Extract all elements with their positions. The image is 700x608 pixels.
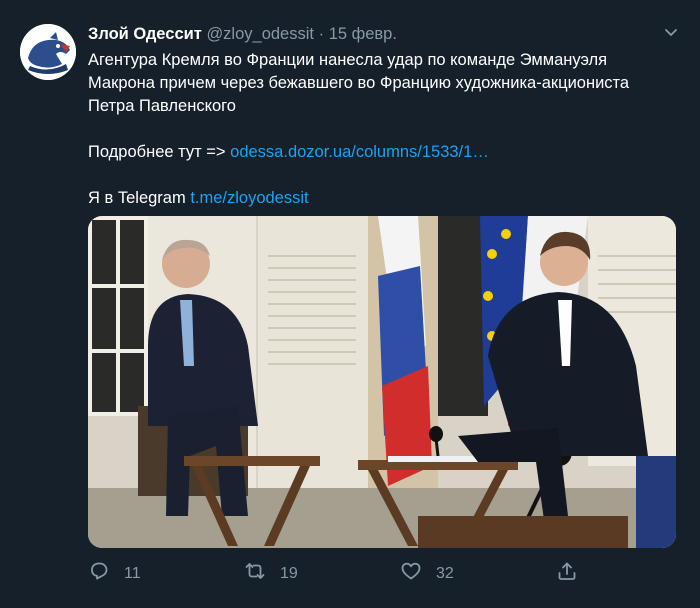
tweet-header: Злой Одессит @zloy_odessit · 15 февр. — [88, 22, 660, 46]
chevron-down-icon[interactable] — [664, 26, 678, 40]
more-line: Подробнее тут => odessa.dozor.ua/columns… — [88, 141, 678, 164]
tweet-actions: 11 19 32 — [88, 556, 648, 586]
author-name[interactable]: Злой Одессит — [88, 25, 202, 43]
share-icon — [556, 560, 578, 587]
reply-button[interactable]: 11 — [88, 560, 141, 587]
retweet-button[interactable]: 19 — [244, 560, 298, 587]
separator: · — [318, 25, 325, 43]
telegram-line: Я в Telegram t.me/zloyodessit — [88, 187, 678, 210]
retweet-icon — [244, 560, 266, 587]
like-button[interactable]: 32 — [400, 560, 454, 587]
reply-icon — [88, 560, 110, 587]
author-handle[interactable]: @zloy_odessit — [206, 25, 314, 43]
share-button[interactable] — [556, 560, 578, 587]
more-label: Подробнее тут => — [88, 143, 226, 161]
telegram-label: Я в Telegram — [88, 189, 186, 207]
tweet-date[interactable]: 15 февр. — [329, 25, 397, 43]
article-link[interactable]: odessa.dozor.ua/columns/1533/1… — [230, 143, 489, 161]
heart-icon — [400, 560, 422, 587]
tweet: Злой Одессит @zloy_odessit · 15 февр. Аг… — [0, 0, 700, 608]
retweet-count: 19 — [280, 564, 298, 582]
tweet-main-text: Агентура Кремля во Франции нанесла удар … — [88, 51, 630, 115]
telegram-link[interactable]: t.me/zloyodessit — [190, 189, 308, 207]
avatar[interactable] — [20, 24, 76, 80]
tweet-text: Агентура Кремля во Франции нанесла удар … — [88, 49, 678, 210]
like-count: 32 — [436, 564, 454, 582]
tweet-photo[interactable] — [88, 216, 676, 548]
reply-count: 11 — [124, 564, 141, 582]
